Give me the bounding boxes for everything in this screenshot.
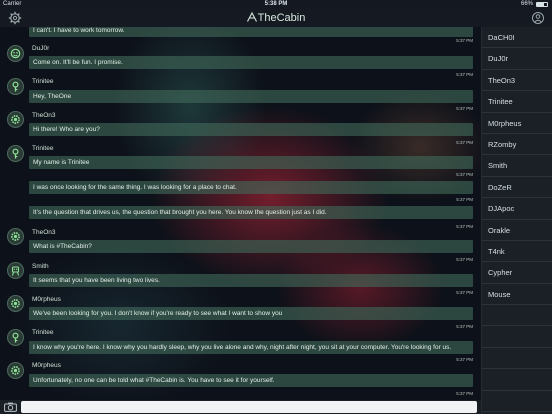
message-bubble[interactable]: I can't. I have to work tomorrow.	[29, 27, 473, 37]
key-icon	[12, 148, 19, 159]
message-sender: M0rpheus	[32, 296, 61, 303]
user-list-item	[482, 391, 552, 413]
robot-icon	[11, 266, 20, 276]
message-sender: TheOn3	[32, 112, 56, 119]
gear-face-icon	[11, 115, 20, 124]
message-bubble[interactable]: Come on. It'll be fun. I promise.	[29, 56, 473, 69]
message-bubble[interactable]: Hi there! Who are you?	[29, 123, 473, 136]
message-bubble[interactable]: Unfortunately, no one can be told what #…	[29, 374, 473, 387]
message-timestamp: 5:37 PM	[456, 38, 473, 43]
user-list-item[interactable]: Mouse	[482, 284, 552, 306]
app-title: TheCabin	[0, 12, 552, 24]
app-title-text: TheCabin	[257, 12, 306, 24]
user-list-item[interactable]: TheOn3	[482, 70, 552, 92]
message-bubble[interactable]: Hey, TheOne	[29, 90, 473, 103]
avatar[interactable]	[7, 262, 24, 279]
avatar[interactable]	[7, 228, 24, 245]
message-timestamp: 5:37 PM	[456, 172, 473, 177]
message-timestamp: 5:37 PM	[456, 357, 473, 362]
message-timestamp: 5:37 PM	[456, 106, 473, 111]
user-list-item[interactable]: Orakle	[482, 220, 552, 241]
user-list: DaCH0I DuJ0r TheOn3 Trinitee M0rpheus RZomby S…	[482, 27, 552, 413]
avatar[interactable]	[7, 145, 24, 162]
message-bubble[interactable]: I know why you're here. I know why you h…	[29, 341, 473, 354]
user-list-item[interactable]: Cypher	[482, 262, 552, 284]
message-sender: Trinitee	[32, 78, 54, 85]
input-bar	[0, 400, 481, 414]
gear-face-icon	[11, 232, 20, 241]
user-list-item	[482, 326, 552, 348]
key-icon	[12, 332, 19, 343]
message-sender: Smith	[32, 263, 49, 270]
message-bubble[interactable]: What is #TheCabin?	[29, 240, 473, 253]
message-sender: M0rpheus	[32, 362, 61, 369]
message-input[interactable]	[21, 401, 477, 413]
user-settings-icon[interactable]	[531, 11, 545, 25]
message-bubble[interactable]: I was once looking for the same thing. I…	[29, 181, 473, 194]
message-timestamp: 5:37 PM	[456, 391, 473, 396]
message-timestamp: 5:37 PM	[456, 224, 473, 229]
message-timestamp: 5:37 PM	[456, 72, 473, 77]
cabin-logo-icon	[246, 12, 257, 22]
user-list-item[interactable]: M0rpheus	[482, 113, 552, 134]
avatar[interactable]	[7, 329, 24, 346]
gear-face-icon	[11, 299, 20, 308]
status-time: 5:38 PM	[264, 1, 288, 7]
message-bubble[interactable]: My name is Trinitee	[29, 156, 473, 169]
camera-icon[interactable]	[4, 402, 17, 412]
status-bar: Carrier 5:38 PM 66%	[0, 0, 552, 9]
message-timestamp: 5:37 PM	[456, 324, 473, 329]
user-list-item	[482, 348, 552, 370]
avatar[interactable]	[7, 111, 24, 128]
app-root: Carrier 5:38 PM 66% TheCabin I can't. I …	[0, 0, 552, 414]
battery-percent: 66%	[520, 1, 533, 7]
user-list-item[interactable]: T4nk	[482, 241, 552, 263]
user-list-item[interactable]: RZomby	[482, 134, 552, 156]
message-sender: Trinitee	[32, 329, 54, 336]
message-bubble[interactable]: It seems that you have been living two l…	[29, 274, 473, 287]
status-right: 66%	[521, 1, 548, 7]
user-list-item[interactable]: Trinitee	[482, 91, 552, 113]
chat-area[interactable]: I can't. I have to work tomorrow. 5:37 PM…	[0, 27, 481, 400]
message-bubble[interactable]: We've been looking for you. I don't know…	[29, 307, 473, 320]
avatar[interactable]	[7, 78, 24, 95]
message-sender: DuJ0r	[32, 45, 50, 52]
user-list-item	[482, 305, 552, 327]
battery-fill	[537, 2, 544, 6]
battery-icon	[536, 1, 548, 7]
message-timestamp: 5:37 PM	[456, 257, 473, 262]
message-timestamp: 5:37 PM	[456, 197, 473, 202]
user-list-item	[482, 369, 552, 391]
message-sender: TheOn3	[32, 229, 56, 236]
avatar[interactable]	[7, 45, 24, 62]
user-list-item[interactable]: DuJ0r	[482, 48, 552, 70]
avatar[interactable]	[7, 295, 24, 312]
user-list-item[interactable]: Smith	[482, 155, 552, 177]
avatar[interactable]	[7, 362, 24, 379]
face-icon	[10, 48, 21, 59]
nav-bar: TheCabin	[0, 9, 552, 28]
users-panel: DaCH0I DuJ0r TheOn3 Trinitee M0rpheus RZomby S…	[481, 27, 552, 414]
key-icon	[12, 81, 19, 92]
user-list-item[interactable]: DJApoc	[482, 198, 552, 220]
message-timestamp: 5:37 PM	[456, 140, 473, 145]
user-list-item[interactable]: DoZeR	[482, 177, 552, 199]
gear-face-icon	[11, 366, 20, 375]
message-timestamp: 5:37 PM	[456, 290, 473, 295]
message-bubble[interactable]: It's the question that drives us, the qu…	[29, 206, 473, 219]
message-sender: Trinitee	[32, 145, 54, 152]
user-list-item[interactable]: DaCH0I	[482, 27, 552, 49]
